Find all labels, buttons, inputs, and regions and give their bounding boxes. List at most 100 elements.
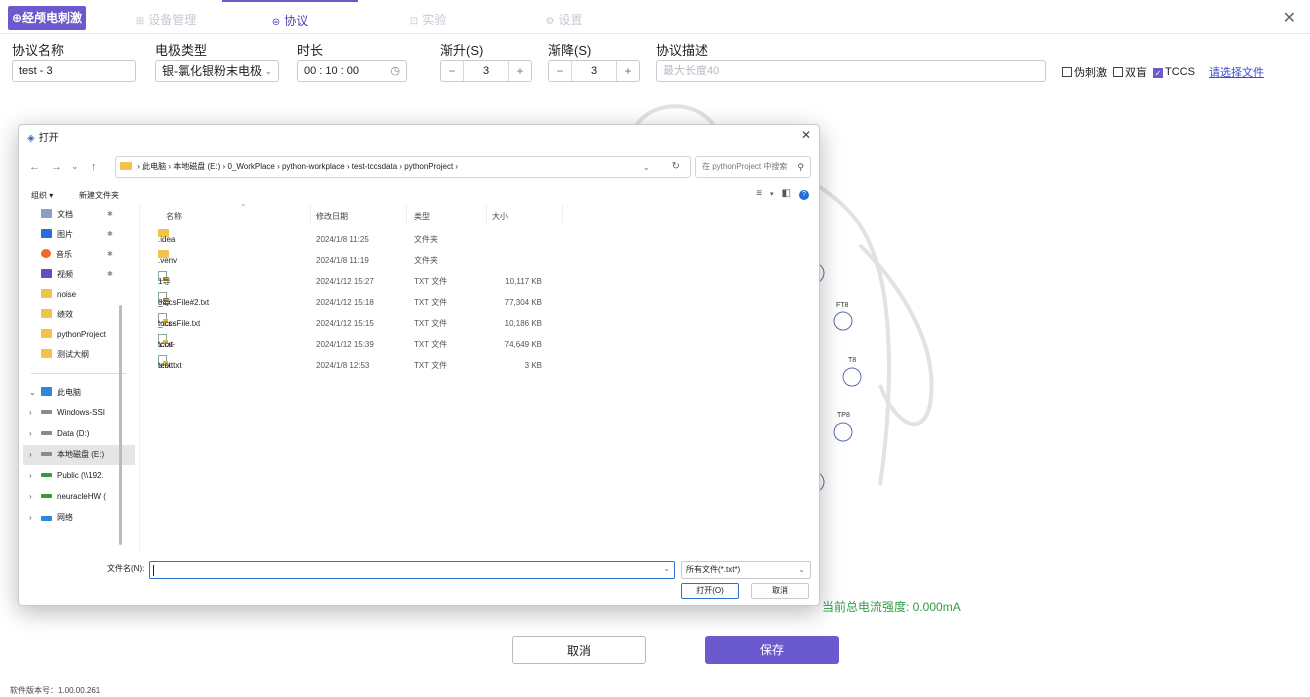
- tab-device-management[interactable]: ⊞ 设备管理: [98, 0, 234, 34]
- minus-button[interactable]: −: [441, 64, 463, 78]
- sidebar-item-pictures[interactable]: 图片 ✱: [23, 225, 135, 245]
- tccs-checkbox[interactable]: ✓ TCCS: [1153, 66, 1195, 78]
- column-separator[interactable]: [310, 205, 311, 223]
- file-row[interactable]: .idea 2024/1/8 11:25 文件夹: [140, 229, 816, 250]
- column-separator[interactable]: [486, 205, 487, 223]
- preview-pane-icon[interactable]: ◧: [782, 188, 799, 199]
- refresh-icon[interactable]: ↻: [672, 157, 680, 177]
- electrode-type-select[interactable]: 银-氯化银粉末电极 ⌄: [155, 60, 279, 82]
- breadcrumb-segment[interactable]: 本地磁盘 (E:): [173, 162, 220, 171]
- expand-chevron-icon[interactable]: ›: [29, 508, 32, 528]
- tab-experiment[interactable]: ⊡ 实验: [360, 0, 496, 34]
- expand-chevron-icon[interactable]: ›: [29, 466, 32, 486]
- address-bar[interactable]: › 此电脑 › 本地磁盘 (E:) › 0_WorkPlace › python…: [115, 156, 691, 178]
- dialog-cancel-button[interactable]: 取消: [751, 583, 809, 599]
- electrode-label-t8: T8: [848, 357, 857, 364]
- chevron-down-icon[interactable]: ⌄: [663, 564, 670, 573]
- plus-button[interactable]: +: [509, 64, 531, 78]
- file-date: 2024/1/12 15:18: [316, 298, 374, 307]
- breadcrumb-segment[interactable]: test-tccsdata: [352, 162, 397, 171]
- music-icon: [41, 249, 51, 258]
- sham-checkbox[interactable]: 伪刺激: [1062, 64, 1107, 80]
- folder-icon: [120, 162, 132, 170]
- breadcrumb-segment[interactable]: 此电脑: [142, 162, 166, 171]
- chevron-down-icon[interactable]: ▾: [770, 191, 782, 198]
- sidebar-item-music[interactable]: 音乐 ✱: [23, 245, 135, 265]
- software-version: 软件版本号：1.00.00.261: [10, 686, 101, 695]
- file-row[interactable]: tccs-8.txt 2024/1/12 15:39 TXT 文件 74,649…: [140, 334, 816, 370]
- electrode-type-value: 银-氯化银粉末电极: [162, 64, 262, 78]
- tccs-label: TCCS: [1165, 66, 1195, 78]
- file-row[interactable]: 8导_tccsFile.txt 2024/1/12 15:18 TXT 文件 7…: [140, 292, 816, 328]
- ramp-up-value[interactable]: 3: [463, 61, 509, 81]
- sidebar-item-label: 绩效: [57, 310, 73, 319]
- back-arrow-icon[interactable]: ←: [29, 161, 40, 173]
- expand-chevron-icon[interactable]: ›: [29, 424, 32, 444]
- video-icon: [41, 269, 52, 278]
- file-row[interactable]: 1导_tccsFile#2.txt 2024/1/12 15:27 TXT 文件…: [140, 271, 816, 307]
- protocol-name-input[interactable]: test - 3: [12, 60, 136, 82]
- up-arrow-icon[interactable]: ↑: [91, 161, 97, 173]
- file-type: 文件夹: [414, 235, 438, 244]
- file-row[interactable]: test.txt 2024/1/8 12:53 TXT 文件 3 KB: [140, 355, 816, 376]
- description-input[interactable]: 最大长度40: [656, 60, 1046, 82]
- ramp-down-stepper[interactable]: − 3 +: [548, 60, 640, 82]
- close-icon[interactable]: ✕: [1283, 8, 1296, 28]
- expand-chevron-icon[interactable]: ⌄: [29, 383, 36, 403]
- file-type-filter[interactable]: 所有文件(*.txt*) ⌄: [681, 561, 811, 579]
- tab-label: 设置: [558, 13, 583, 27]
- column-separator[interactable]: [562, 205, 563, 223]
- save-button[interactable]: 保存: [705, 636, 839, 664]
- dialog-close-icon[interactable]: ✕: [801, 128, 811, 142]
- breadcrumb-segment[interactable]: 0_WorkPlace: [227, 162, 274, 171]
- duration-input[interactable]: 00 : 10 : 00 ◷: [297, 60, 407, 82]
- app-brand[interactable]: ⊕经颅电刺激: [8, 6, 86, 30]
- ramp-down-value[interactable]: 3: [571, 61, 617, 81]
- forward-arrow-icon[interactable]: →: [51, 161, 62, 173]
- column-header-type[interactable]: 类型: [414, 211, 430, 222]
- minus-button[interactable]: −: [549, 64, 571, 78]
- sidebar-item-noise[interactable]: noise: [23, 285, 135, 305]
- expand-chevron-icon[interactable]: ›: [29, 445, 32, 465]
- search-input[interactable]: 在 pythonProject 中搜索 ⚲: [695, 156, 811, 178]
- sidebar-item-videos[interactable]: 视频 ✱: [23, 265, 135, 285]
- checkbox-icon: [1062, 67, 1072, 77]
- double-blind-checkbox[interactable]: 双盲: [1113, 64, 1147, 80]
- sidebar-item-label: 此电脑: [57, 388, 81, 397]
- open-button[interactable]: 打开(O): [681, 583, 739, 599]
- file-list: 名称 ⌃ 修改日期 类型 大小 .idea 2024/1/8 11:25 文件夹…: [139, 203, 816, 553]
- help-icon[interactable]: ?: [799, 190, 809, 200]
- pin-icon: ✱: [107, 251, 113, 258]
- new-folder-button[interactable]: 新建文件夹: [79, 190, 119, 201]
- plus-button[interactable]: +: [617, 64, 639, 78]
- folder-icon: [41, 349, 52, 358]
- column-separator[interactable]: [406, 205, 407, 223]
- chevron-down-icon[interactable]: ⌄: [642, 157, 650, 177]
- breadcrumb-segment[interactable]: python-workplace: [282, 162, 345, 171]
- protocol-name-label: 协议名称: [12, 43, 65, 58]
- choose-file-link[interactable]: 请选择文件: [1209, 64, 1264, 80]
- file-row[interactable]: tccs-1.txt 2024/1/12 15:15 TXT 文件 10,186…: [140, 313, 816, 349]
- filename-input[interactable]: ⌄: [149, 561, 675, 579]
- cancel-button[interactable]: 取消: [512, 636, 646, 664]
- sidebar-divider: [31, 373, 127, 374]
- view-menu-icon[interactable]: ≡: [756, 188, 770, 199]
- recent-chevron-icon[interactable]: ⌄: [71, 161, 79, 172]
- expand-chevron-icon[interactable]: ›: [29, 487, 32, 507]
- tab-protocol[interactable]: ⊜ 协议: [222, 0, 358, 34]
- sidebar-item-documents[interactable]: 文档 ✱: [23, 205, 135, 225]
- sidebar-item-label: 本地磁盘 (E:): [57, 450, 105, 459]
- expand-chevron-icon[interactable]: ›: [29, 403, 32, 423]
- checkbox-icon: [1113, 67, 1123, 77]
- tab-settings[interactable]: ⚙ 设置: [496, 0, 632, 34]
- column-header-size[interactable]: 大小: [492, 211, 508, 222]
- column-header-name[interactable]: 名称: [166, 211, 182, 222]
- sidebar-scrollbar[interactable]: [119, 305, 122, 545]
- column-header-date[interactable]: 修改日期: [316, 211, 348, 222]
- tab-label: 设备管理: [148, 13, 197, 27]
- folder-icon: [41, 329, 52, 338]
- organize-menu[interactable]: 组织 ▾: [31, 190, 53, 201]
- breadcrumb-segment[interactable]: pythonProject: [404, 162, 453, 171]
- ramp-up-stepper[interactable]: − 3 +: [440, 60, 532, 82]
- file-row[interactable]: .venv 2024/1/8 11:19 文件夹: [140, 250, 816, 271]
